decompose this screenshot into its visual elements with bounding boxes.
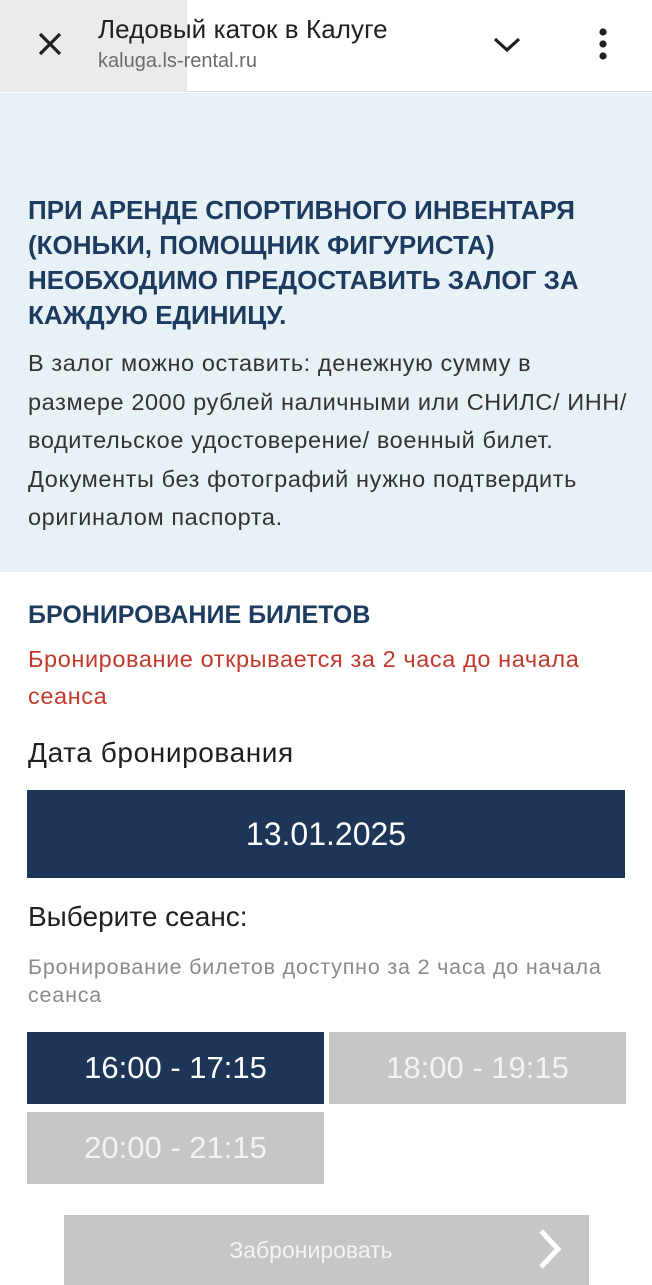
expand-button[interactable] [486,26,528,64]
session-slot-16-00[interactable]: 16:00 - 17:15 [27,1032,324,1104]
date-label: Дата бронирования [28,737,294,768]
menu-button[interactable] [586,22,620,66]
date-picker[interactable]: 13.01.2025 [27,790,625,878]
notice-body: В залог можно оставить: денежную сумму в… [28,350,627,530]
page-title: Ледовый каток в Калуге [98,14,388,44]
session-slot-20-00[interactable]: 20:00 - 21:15 [27,1112,324,1184]
session-hint: Бронирование билетов доступно за 2 часа … [28,955,602,1007]
book-button[interactable]: Забронировать [64,1215,589,1285]
close-icon [38,32,62,56]
booking-warning: Бронирование открывается за 2 часа до на… [28,646,580,709]
chevron-right-icon [539,1229,562,1269]
page-url: kaluga.ls-rental.ru [98,50,257,72]
close-button[interactable] [28,24,72,64]
notice-heading: ПРИ АРЕНДЕ СПОРТИВНОГО ИНВЕНТАРЯ (КОНЬКИ… [28,195,579,330]
session-slot-18-00[interactable]: 18:00 - 19:15 [329,1032,626,1104]
chevron-down-icon [493,37,521,53]
session-label: Выберите сеанс: [28,901,248,932]
browser-toolbar: Ледовый каток в Калуге kaluga.ls-rental.… [0,0,652,92]
more-vert-icon [599,28,607,60]
book-button-label: Забронировать [229,1236,393,1263]
booking-title: БРОНИРОВАНИЕ БИЛЕТОВ [28,601,371,629]
